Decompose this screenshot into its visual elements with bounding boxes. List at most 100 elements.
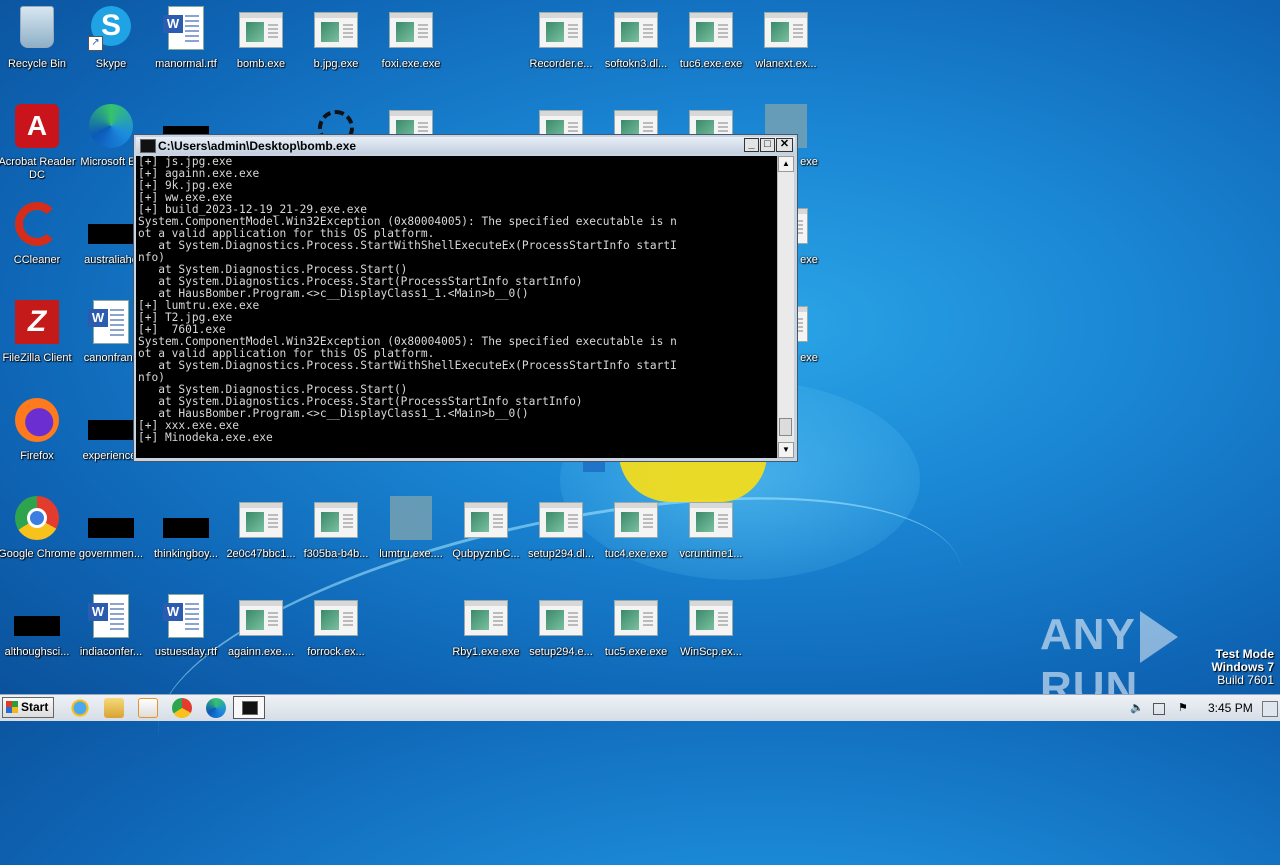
desktop-icon-filezilla[interactable]: Z FileZilla Client — [0, 300, 74, 390]
desktop-icon-bomb[interactable]: bomb.exe — [224, 6, 298, 96]
test-mode-notice: Test Mode Windows 7 Build 7601 — [1211, 648, 1274, 687]
desktop-icon-indiaconfer[interactable]: W indiaconfer... — [74, 594, 148, 684]
desktop-icon-ccleaner[interactable]: CCleaner — [0, 202, 74, 292]
desktop-icon-recycle-bin[interactable]: Recycle Bin — [0, 6, 74, 96]
desktop-icon-althoughsci[interactable]: althoughsci... — [0, 594, 74, 684]
console-title: C:\Users\admin\Desktop\bomb.exe — [158, 139, 357, 153]
executable-icon — [314, 502, 358, 538]
desktop-icon-manormal[interactable]: W manormal.rtf — [149, 6, 223, 96]
shortcut-arrow-icon: ↗ — [88, 36, 103, 51]
desktop-icon-chrome[interactable]: Google Chrome — [0, 496, 76, 586]
executable-icon — [539, 502, 583, 538]
executable-icon — [464, 600, 508, 636]
icon-label: 2e0c47bbc1... — [226, 548, 296, 560]
show-desktop-button[interactable] — [1262, 701, 1278, 717]
desktop-icon-governmen[interactable]: governmen... — [74, 496, 148, 586]
desktop-icon-winscp[interactable]: WinScp.ex... — [674, 594, 748, 684]
filezilla-icon: Z — [15, 300, 59, 344]
icon-label: tuc5.exe.exe — [604, 646, 668, 658]
desktop-icon-ustuesday[interactable]: W ustuesday.rtf — [149, 594, 223, 684]
console-window[interactable]: C:\Users\admin\Desktop\bomb.exe _ □ ✕ [+… — [133, 134, 798, 462]
icon-label: softokn3.dl... — [604, 58, 668, 70]
icon-label: setup294.e... — [529, 646, 593, 658]
chrome-icon — [15, 496, 59, 540]
pixelated-icon — [390, 496, 432, 540]
word-document-icon: W — [163, 6, 204, 50]
desktop-icon-tuc5[interactable]: tuc5.exe.exe — [599, 594, 673, 684]
close-button[interactable]: ✕ — [776, 138, 793, 152]
console-icon — [140, 139, 156, 153]
console-taskbar-icon — [242, 701, 258, 715]
icon-label: ustuesday.rtf — [154, 646, 218, 658]
icon-label: QubpyznbC... — [452, 548, 520, 560]
icon-label: Skype — [95, 58, 127, 70]
console-title-bar[interactable]: C:\Users\admin\Desktop\bomb.exe _ □ ✕ — [136, 137, 795, 154]
icon-label: forrock.ex... — [307, 646, 365, 658]
desktop-icon-setup294-e[interactable]: setup294.e... — [524, 594, 598, 684]
desktop-icon-f305ba[interactable]: f305ba-b4b... — [299, 496, 373, 586]
console-taskbar-button[interactable] — [233, 696, 265, 719]
desktop-icon-qubpyznbc[interactable]: QubpyznbC... — [449, 496, 523, 586]
executable-icon — [389, 12, 433, 48]
icon-label: tuc6.exe.exe — [679, 58, 743, 70]
redacted-icon — [88, 224, 134, 244]
desktop-icon-againn[interactable]: againn.exe.... — [224, 594, 298, 684]
desktop-icon-b-jpg[interactable]: b.jpg.exe — [299, 6, 373, 96]
watermark-left: ANY — [1040, 610, 1136, 659]
chrome-taskbar-icon[interactable] — [172, 698, 192, 718]
executable-icon — [689, 600, 733, 636]
desktop-icon-tuc6[interactable]: tuc6.exe.exe — [674, 6, 748, 96]
icon-label: wlanext.ex... — [755, 58, 817, 70]
scroll-thumb[interactable] — [779, 418, 792, 436]
executable-icon — [764, 12, 808, 48]
executable-icon — [689, 502, 733, 538]
windows-logo-icon — [6, 701, 18, 713]
executable-icon — [464, 502, 508, 538]
executable-icon — [539, 600, 583, 636]
desktop-icon-recorder[interactable]: Recorder.e... — [524, 6, 598, 96]
start-button[interactable]: Start — [2, 697, 54, 718]
desktop-icon-forrock[interactable]: forrock.ex... — [299, 594, 373, 684]
file-explorer-icon[interactable] — [104, 698, 124, 718]
scroll-up-icon[interactable]: ▲ — [778, 156, 794, 172]
action-center-flag-icon[interactable]: ⚑ — [1178, 701, 1192, 715]
media-player-icon[interactable] — [138, 698, 158, 718]
clock[interactable]: 3:45 PM — [1208, 701, 1253, 715]
desktop-icon-wlanext[interactable]: wlanext.ex... — [749, 6, 823, 96]
edge-taskbar-icon[interactable] — [206, 698, 226, 718]
console-line: [+] T2.jpg.exe — [138, 311, 233, 324]
icon-label: setup294.dl... — [527, 548, 595, 560]
icon-label: Recycle Bin — [7, 58, 67, 70]
executable-icon — [239, 12, 283, 48]
console-scrollbar[interactable]: ▲ ▼ — [777, 156, 794, 458]
desktop-icon-thinkingboy[interactable]: thinkingboy... — [149, 496, 223, 586]
desktop-icon-lumtru[interactable]: lumtru.exe.... — [374, 496, 448, 586]
scroll-down-icon[interactable]: ▼ — [778, 442, 794, 458]
desktop-icon-2e0c47[interactable]: 2e0c47bbc1... — [224, 496, 298, 586]
desktop-icon-foxi[interactable]: foxi.exe.exe — [374, 6, 448, 96]
executable-icon — [539, 12, 583, 48]
desktop-icon-tuc4[interactable]: tuc4.exe.exe — [599, 496, 673, 586]
redacted-icon — [88, 420, 134, 440]
desktop-icon-softokn3[interactable]: softokn3.dl... — [599, 6, 673, 96]
volume-icon[interactable]: 🔈 — [1130, 701, 1144, 715]
network-icon[interactable] — [1153, 703, 1165, 715]
desktop-icon-skype[interactable]: S ↗ Skype — [74, 6, 148, 96]
console-output[interactable]: [+] js.jpg.exe [+] againn.exe.exe [+] 9k.j… — [136, 156, 777, 458]
maximize-button[interactable]: □ — [760, 138, 775, 152]
icon-label: Recorder.e... — [529, 58, 593, 70]
icon-label: althoughsci... — [4, 646, 70, 658]
icon-label: lumtru.exe.... — [379, 548, 443, 560]
desktop-icon-rby1[interactable]: Rby1.exe.exe — [449, 594, 523, 684]
desktop-icon-firefox[interactable]: Firefox — [0, 398, 74, 488]
desktop-icon-vcruntime[interactable]: vcruntime1... — [674, 496, 748, 586]
icon-label: CCleaner — [13, 254, 61, 266]
desktop-icon-setup294-dl[interactable]: setup294.dl... — [524, 496, 598, 586]
console-line: at System.Diagnostics.Process.StartWithS… — [138, 239, 677, 252]
internet-explorer-icon[interactable] — [70, 698, 90, 718]
icon-label: b.jpg.exe — [313, 58, 359, 70]
executable-icon — [314, 600, 358, 636]
console-line: [+] 9k.jpg.exe — [138, 179, 233, 192]
minimize-button[interactable]: _ — [744, 138, 759, 152]
desktop-icon-acrobat[interactable]: A Acrobat Reader DC — [0, 104, 76, 194]
